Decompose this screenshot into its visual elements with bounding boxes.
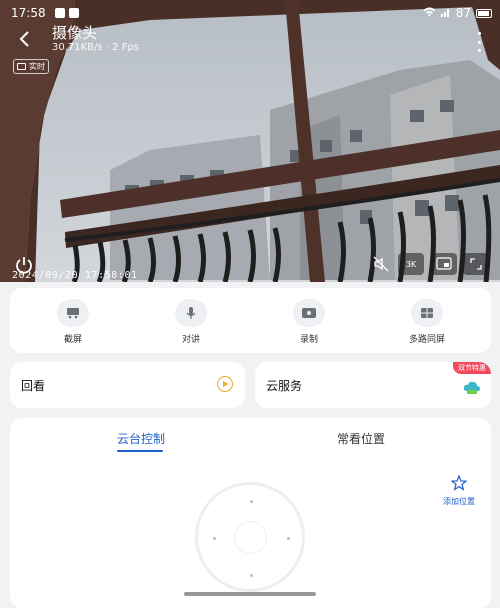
fullscreen-icon bbox=[470, 258, 482, 270]
picture-in-picture-button[interactable] bbox=[431, 253, 457, 275]
resolution-label: 3K bbox=[405, 259, 417, 269]
tab-favorite-positions[interactable]: 常看位置 bbox=[337, 430, 385, 447]
tool-label: 多路同屏 bbox=[408, 335, 445, 345]
microphone-icon bbox=[175, 299, 207, 327]
live-badge: 实时 bbox=[13, 59, 49, 74]
ptz-card: 云台控制 常看位置 添加位置 bbox=[10, 418, 491, 608]
add-position-label: 添加位置 bbox=[443, 497, 475, 506]
check-notification-icon bbox=[69, 8, 79, 18]
video-icon bbox=[17, 63, 26, 70]
joystick-right-dot bbox=[287, 537, 290, 540]
screenshot-icon bbox=[57, 299, 89, 327]
promo-badge: 双节特惠 bbox=[453, 362, 491, 374]
more-options-button[interactable] bbox=[476, 32, 482, 52]
osd-timestamp: 2024/09/20 17:58:01 bbox=[12, 270, 138, 281]
resolution-button[interactable]: 3K bbox=[398, 253, 424, 275]
joystick-down-dot bbox=[250, 574, 253, 577]
multi-screen-button[interactable]: 多路同屏 bbox=[387, 299, 467, 345]
speaker-muted-icon bbox=[373, 256, 389, 272]
status-time: 17:58 bbox=[11, 6, 46, 20]
live-label: 实时 bbox=[29, 62, 45, 71]
signal-icon bbox=[440, 6, 451, 20]
control-panel: 截屏 对讲 录制 多路同屏 回看 云服务 双节特惠 云台控制 常看位置 添加位置 bbox=[0, 282, 500, 608]
notification-icons bbox=[55, 8, 79, 18]
camera-title: 摄像头 bbox=[52, 24, 98, 42]
active-tab-indicator bbox=[117, 450, 163, 452]
joystick-left-dot bbox=[213, 537, 216, 540]
back-button[interactable] bbox=[14, 28, 38, 52]
tool-label: 截屏 bbox=[63, 335, 82, 345]
play-icon bbox=[217, 376, 233, 392]
add-position-button[interactable]: 添加位置 bbox=[439, 474, 479, 507]
home-indicator[interactable] bbox=[184, 592, 316, 596]
intercom-button[interactable]: 对讲 bbox=[151, 299, 231, 345]
tools-card: 截屏 对讲 录制 多路同屏 bbox=[10, 288, 491, 353]
battery-percent: 87 bbox=[455, 6, 471, 20]
tool-label: 对讲 bbox=[181, 335, 200, 345]
joystick-handle[interactable] bbox=[234, 521, 267, 554]
status-right: 87 bbox=[423, 6, 492, 20]
cloud-service-label: 云服务 bbox=[266, 379, 303, 393]
star-add-icon bbox=[450, 474, 468, 491]
wifi-icon bbox=[423, 6, 436, 20]
battery-icon bbox=[476, 8, 492, 18]
replay-label: 回看 bbox=[21, 379, 46, 393]
joystick-up-dot bbox=[250, 500, 253, 503]
record-button[interactable]: 录制 bbox=[269, 299, 349, 345]
multi-screen-icon bbox=[411, 299, 443, 327]
image-notification-icon bbox=[55, 8, 65, 18]
pip-icon bbox=[436, 257, 452, 270]
fullscreen-button[interactable] bbox=[463, 253, 489, 275]
tool-label: 录制 bbox=[299, 335, 318, 345]
mute-button[interactable] bbox=[368, 253, 394, 275]
screenshot-button[interactable]: 截屏 bbox=[33, 299, 113, 345]
ptz-joystick[interactable] bbox=[195, 482, 305, 592]
replay-card[interactable]: 回看 bbox=[10, 362, 245, 408]
data-rate: 30.71KB/s · 2 Fps bbox=[52, 42, 140, 53]
tab-ptz-control[interactable]: 云台控制 bbox=[117, 430, 165, 447]
cloud-service-card[interactable]: 云服务 双节特惠 bbox=[255, 362, 491, 408]
record-icon bbox=[293, 299, 325, 327]
back-arrow-icon bbox=[19, 31, 29, 47]
camera-live-view[interactable]: 17:58 87 摄像头 30.71KB/s · 2 Fps 实时 2024/0… bbox=[0, 0, 500, 282]
cloud-service-icon bbox=[463, 379, 480, 395]
